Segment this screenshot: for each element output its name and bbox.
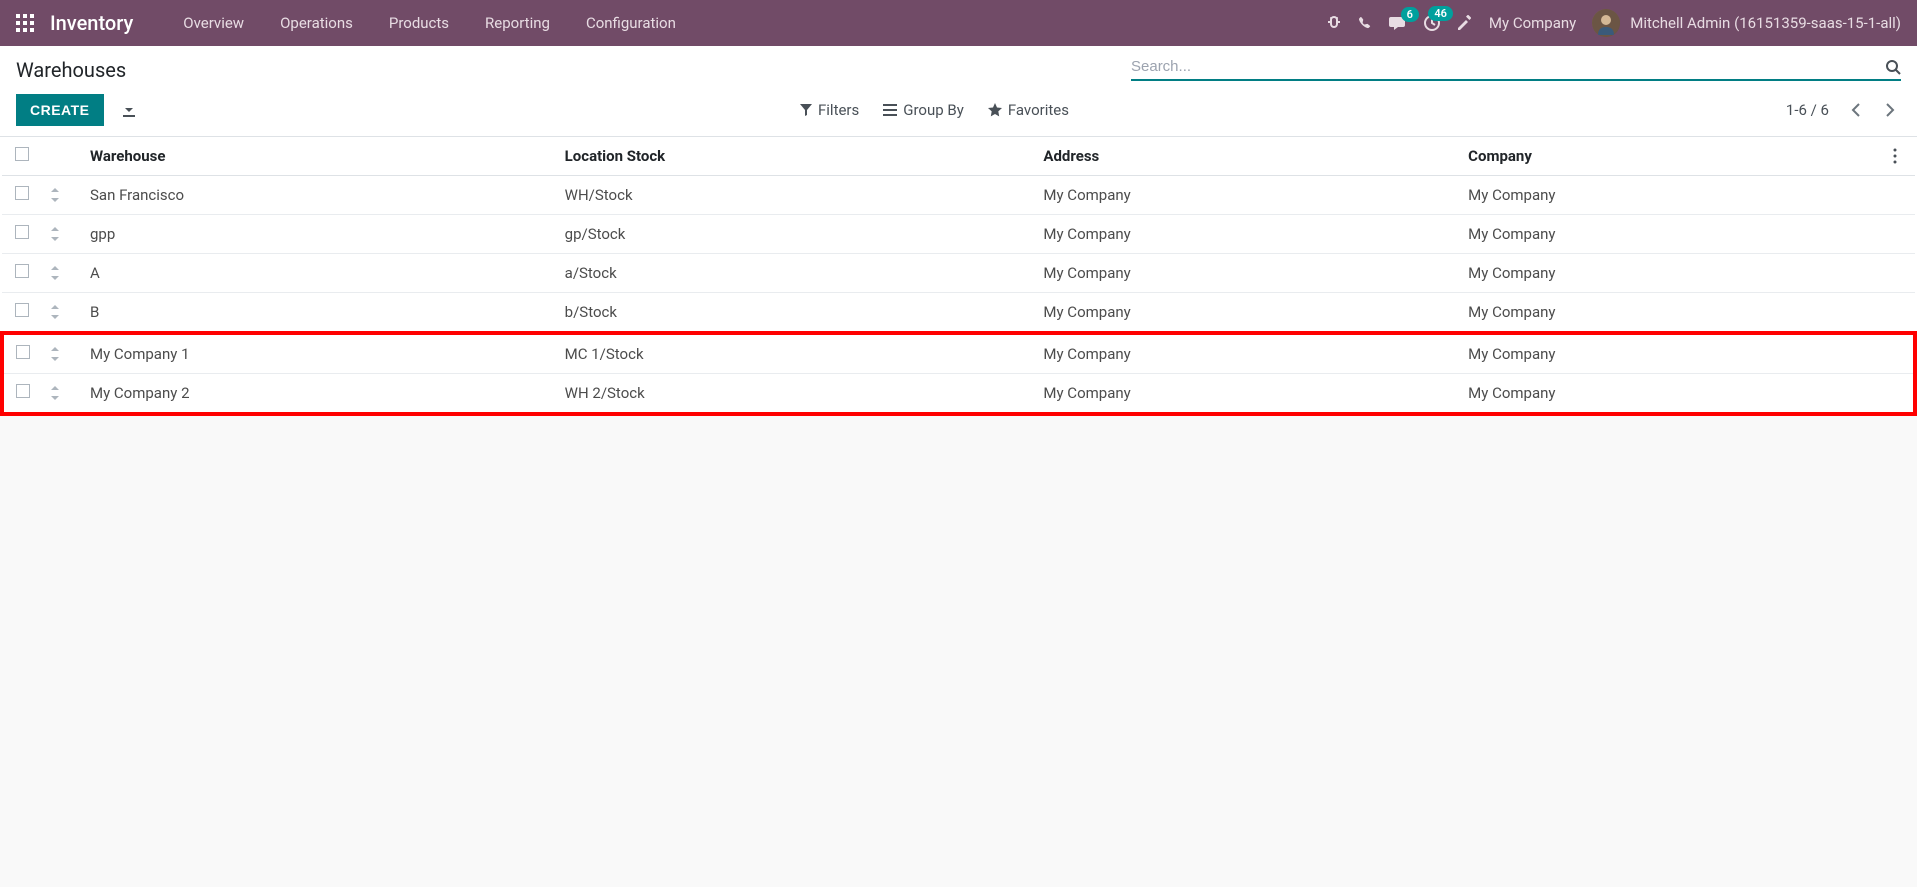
filter-icon: [800, 104, 812, 116]
activities-badge: 46: [1428, 6, 1453, 21]
cell-company: My Company: [1460, 293, 1885, 334]
drag-handle-icon[interactable]: [42, 215, 82, 254]
column-options-icon[interactable]: [1885, 137, 1915, 176]
cell-location: WH 2/Stock: [557, 374, 1036, 415]
star-icon: [988, 103, 1002, 117]
cell-warehouse: San Francisco: [82, 176, 557, 215]
table-row[interactable]: Aa/StockMy CompanyMy Company: [2, 254, 1915, 293]
apps-icon[interactable]: [16, 14, 34, 32]
create-button[interactable]: CREATE: [16, 94, 104, 126]
col-header-address[interactable]: Address: [1035, 137, 1460, 176]
search-icon[interactable]: [1885, 59, 1901, 75]
nav-item-overview[interactable]: Overview: [165, 0, 262, 46]
search-box: [1131, 58, 1901, 81]
groupby-label: Group By: [903, 101, 964, 119]
cell-warehouse: My Company 2: [82, 374, 557, 415]
favorites-label: Favorites: [1008, 101, 1069, 119]
filters-button[interactable]: Filters: [800, 101, 859, 119]
cell-company: My Company: [1460, 215, 1885, 254]
filters-label: Filters: [818, 101, 859, 119]
top-navbar: Inventory Overview Operations Products R…: [0, 0, 1917, 46]
nav-item-reporting[interactable]: Reporting: [467, 0, 568, 46]
list-icon: [883, 104, 897, 116]
cell-location: gp/Stock: [557, 215, 1036, 254]
col-header-location[interactable]: Location Stock: [557, 137, 1036, 176]
pager-prev[interactable]: [1845, 100, 1867, 120]
cell-location: MC 1/Stock: [557, 333, 1036, 374]
table-container: Warehouse Location Stock Address Company…: [0, 137, 1917, 416]
table-row[interactable]: My Company 2WH 2/StockMy CompanyMy Compa…: [2, 374, 1915, 415]
cell-warehouse: gpp: [82, 215, 557, 254]
cell-location: b/Stock: [557, 293, 1036, 334]
cell-address: My Company: [1035, 333, 1460, 374]
col-header-warehouse[interactable]: Warehouse: [82, 137, 557, 176]
row-checkbox[interactable]: [15, 225, 29, 239]
cell-address: My Company: [1035, 293, 1460, 334]
download-icon[interactable]: [116, 97, 142, 123]
cell-location: a/Stock: [557, 254, 1036, 293]
drag-handle-icon[interactable]: [42, 176, 82, 215]
cell-warehouse: B: [82, 293, 557, 334]
company-selector[interactable]: My Company: [1489, 14, 1576, 32]
cell-company: My Company: [1460, 176, 1885, 215]
cell-address: My Company: [1035, 215, 1460, 254]
app-brand[interactable]: Inventory: [50, 11, 133, 35]
user-name: Mitchell Admin (16151359-saas-15-1-all): [1630, 14, 1901, 32]
table-row[interactable]: Bb/StockMy CompanyMy Company: [2, 293, 1915, 334]
cell-company: My Company: [1460, 374, 1885, 415]
cell-location: WH/Stock: [557, 176, 1036, 215]
favorites-button[interactable]: Favorites: [988, 101, 1069, 119]
drag-handle-icon[interactable]: [42, 293, 82, 334]
cell-address: My Company: [1035, 254, 1460, 293]
warehouses-table: Warehouse Location Stock Address Company…: [0, 137, 1917, 416]
groupby-button[interactable]: Group By: [883, 101, 964, 119]
debug-icon[interactable]: [1326, 15, 1342, 31]
drag-handle-icon[interactable]: [42, 254, 82, 293]
drag-handle-icon[interactable]: [42, 333, 82, 374]
table-row[interactable]: gppgp/StockMy CompanyMy Company: [2, 215, 1915, 254]
tools-icon[interactable]: [1457, 15, 1473, 31]
row-checkbox[interactable]: [16, 384, 30, 398]
cell-warehouse: My Company 1: [82, 333, 557, 374]
messages-badge: 6: [1401, 7, 1419, 22]
row-checkbox[interactable]: [15, 186, 29, 200]
search-input[interactable]: [1131, 58, 1885, 75]
row-checkbox[interactable]: [15, 264, 29, 278]
breadcrumb: Warehouses: [16, 58, 1131, 82]
avatar: [1592, 9, 1620, 37]
messages-icon[interactable]: 6: [1389, 15, 1407, 31]
table-row[interactable]: San FranciscoWH/StockMy CompanyMy Compan…: [2, 176, 1915, 215]
cell-address: My Company: [1035, 374, 1460, 415]
activities-icon[interactable]: 46: [1423, 14, 1441, 32]
cell-company: My Company: [1460, 254, 1885, 293]
cell-address: My Company: [1035, 176, 1460, 215]
nav-item-operations[interactable]: Operations: [262, 0, 371, 46]
pager-next[interactable]: [1879, 100, 1901, 120]
row-checkbox[interactable]: [16, 345, 30, 359]
row-checkbox[interactable]: [15, 303, 29, 317]
nav-item-products[interactable]: Products: [371, 0, 467, 46]
cell-company: My Company: [1460, 333, 1885, 374]
table-row[interactable]: My Company 1MC 1/StockMy CompanyMy Compa…: [2, 333, 1915, 374]
nav-menu: Overview Operations Products Reporting C…: [165, 0, 694, 46]
nav-item-configuration[interactable]: Configuration: [568, 0, 694, 46]
control-panel: Warehouses CREATE Filters Group B: [0, 46, 1917, 137]
pager-text[interactable]: 1-6 / 6: [1786, 101, 1829, 119]
user-menu[interactable]: Mitchell Admin (16151359-saas-15-1-all): [1592, 9, 1901, 37]
phone-icon[interactable]: [1358, 16, 1373, 31]
nav-right: 6 46 My Company Mitchell Admin (16151359…: [1326, 9, 1901, 37]
select-all-checkbox[interactable]: [15, 147, 29, 161]
cell-warehouse: A: [82, 254, 557, 293]
col-header-company[interactable]: Company: [1460, 137, 1885, 176]
drag-handle-icon[interactable]: [42, 374, 82, 415]
